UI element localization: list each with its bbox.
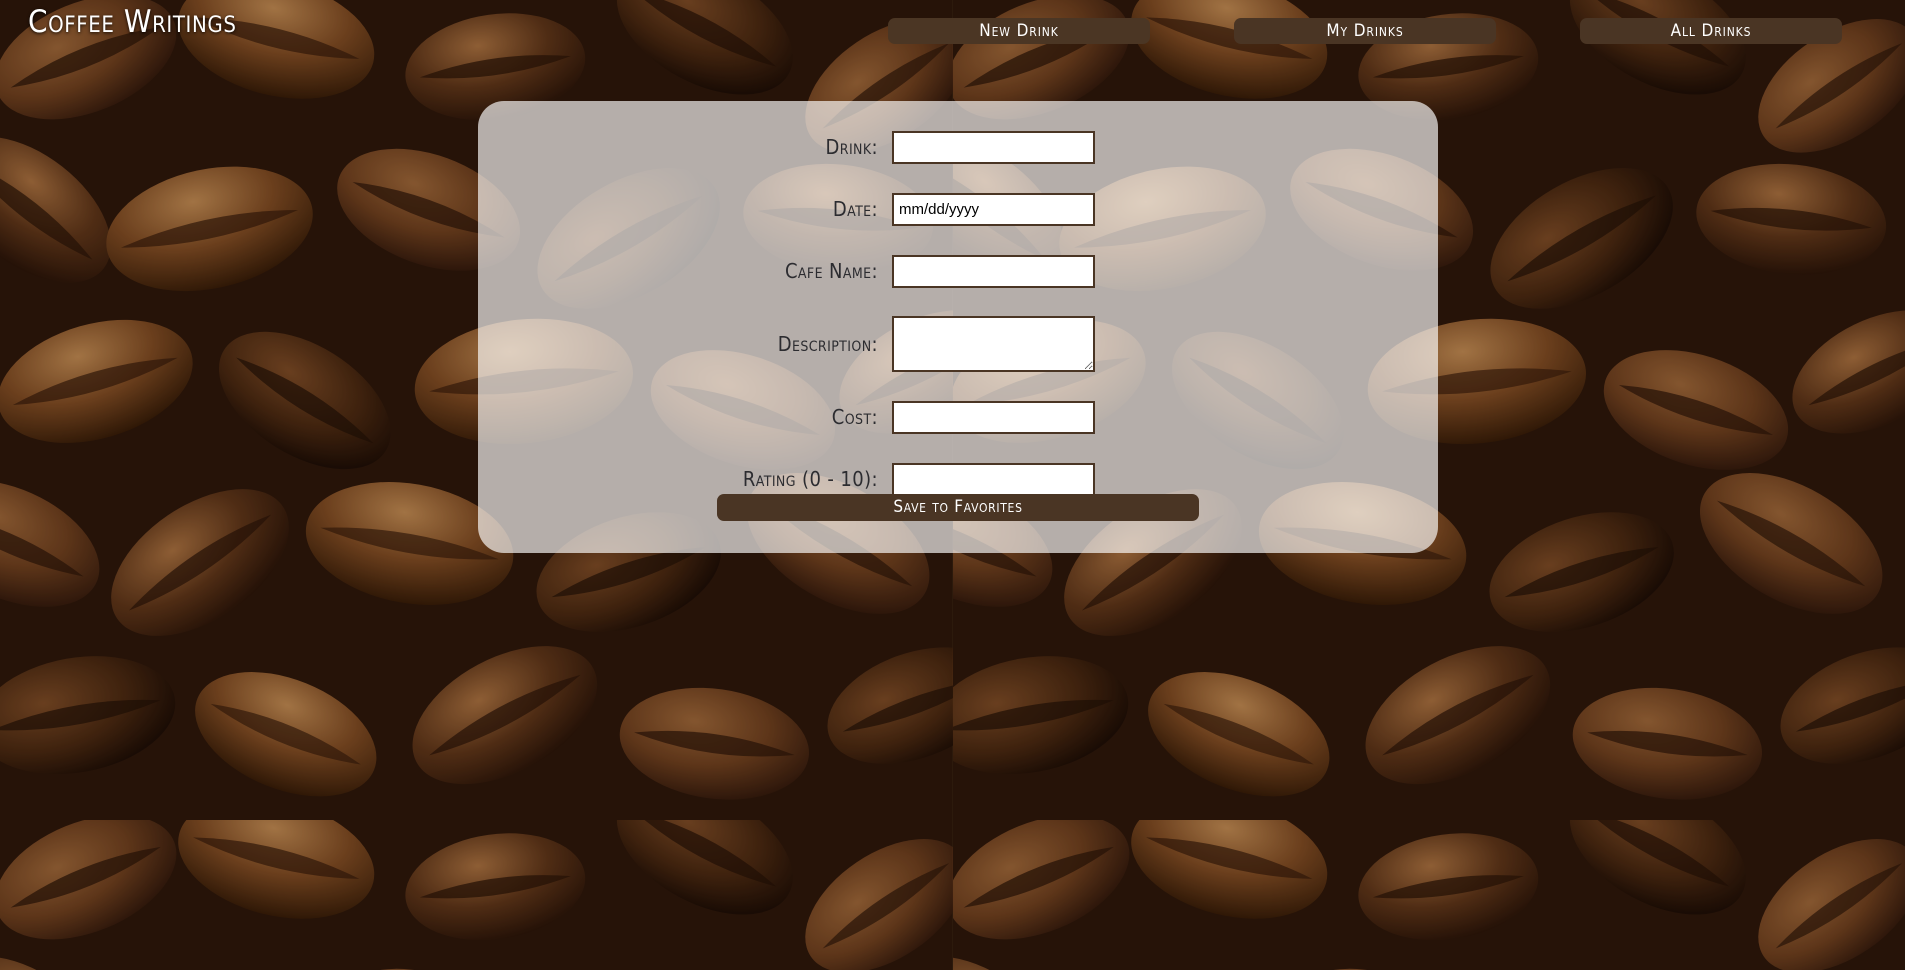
form-row-date: Date: [478,178,1438,240]
cafe-name-label: Cafe Name: [784,259,878,283]
drink-input[interactable] [892,130,1095,164]
form-row-cafe-name: Cafe Name: [478,240,1438,302]
save-to-favorites-button[interactable]: Save to Favorites [717,494,1199,521]
header: Coffee Writings New Drink My Drinks All … [0,0,1905,55]
form-fields: Drink: Date: Cafe Name: Description: Cos… [478,116,1438,510]
save-row: Save to Favorites [478,494,1438,521]
form-row-drink: Drink: [478,116,1438,178]
app-root: Coffee Writings New Drink My Drinks All … [0,0,1905,970]
form-row-cost: Cost: [478,386,1438,448]
form-row-description: Description: [478,302,1438,386]
background-tile [952,820,1905,970]
nav-new-drink[interactable]: New Drink [888,18,1150,44]
rating-label: Rating (0 - 10): [742,467,878,491]
coffee-bean-art [0,820,953,970]
page-title: Coffee Writings [28,4,237,40]
description-label: Description: [777,332,878,356]
date-input[interactable] [892,192,1095,226]
cost-input[interactable] [892,400,1095,434]
coffee-bean-art [952,820,1905,970]
main-nav: New Drink My Drinks All Drinks [888,18,1848,44]
new-drink-form-panel: Drink: Date: Cafe Name: Description: Cos… [478,101,1438,553]
background-tile [0,820,953,970]
drink-label: Drink: [825,135,878,159]
rating-input[interactable] [892,462,1095,496]
nav-my-drinks[interactable]: My Drinks [1234,18,1496,44]
date-label: Date: [832,197,878,221]
cafe-name-input[interactable] [892,254,1095,288]
nav-all-drinks[interactable]: All Drinks [1580,18,1842,44]
cost-label: Cost: [831,405,878,429]
description-textarea[interactable] [892,316,1095,372]
